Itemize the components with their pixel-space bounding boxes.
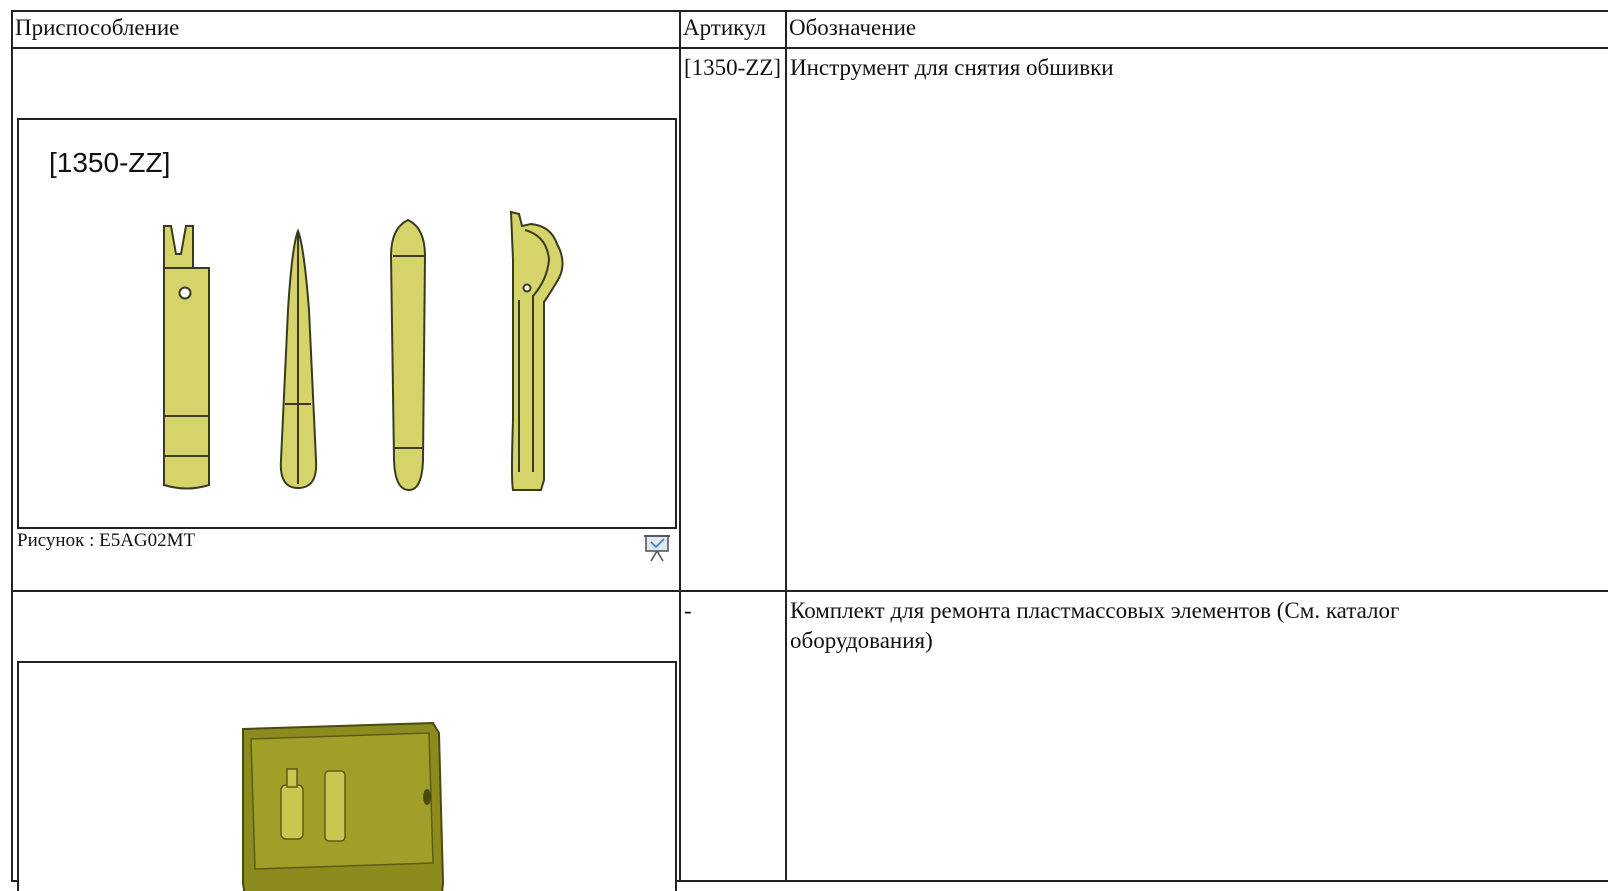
- article-cell: [1350-ZZ]: [679, 47, 787, 592]
- table-header-row: Приспособление Артикул Обозначение: [11, 10, 1608, 49]
- figure-caption: Рисунок : E5AG02MT: [17, 530, 196, 551]
- tool-image-cell: [11, 590, 681, 891]
- table-row: - Комплект для ремонта пластмассовых эле…: [11, 590, 1608, 891]
- designation-cell: Инструмент для снятия обшивки: [785, 47, 1608, 592]
- wedge-tool-icon: [279, 228, 318, 490]
- tool-image-cell: [1350-ZZ] Рисунок: E5AG02MT: [11, 47, 681, 592]
- hook-tool-icon: [509, 210, 564, 491]
- table-row: [1350-ZZ] Рисунок: E5AG02MT [1350-ZZ] И…: [11, 47, 1608, 592]
- header-article: Артикул: [679, 10, 787, 49]
- tool-figure[interactable]: [1350-ZZ]: [17, 118, 677, 529]
- header-tool: Приспособление: [11, 10, 681, 49]
- article-cell: -: [679, 590, 787, 882]
- repair-kit-figure[interactable]: [17, 661, 677, 891]
- header-designation: Обозначение: [785, 10, 1608, 49]
- repair-kit-case-icon: [242, 721, 445, 891]
- forked-tool-icon: [163, 225, 210, 490]
- repair-kit-illustration: [242, 721, 445, 891]
- presentation-icon[interactable]: [643, 533, 671, 563]
- trim-tools-illustration: [163, 210, 564, 492]
- designation-cell: Комплект для ремонта пластмассовых элеме…: [785, 590, 1608, 882]
- flat-pry-tool-icon: [389, 218, 427, 492]
- tools-table: Приспособление Артикул Обозначение [1350…: [11, 10, 1608, 891]
